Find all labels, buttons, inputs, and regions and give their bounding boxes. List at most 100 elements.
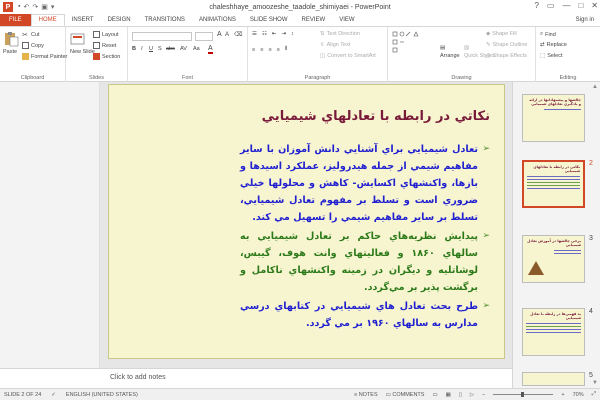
slide-thumbnail-2[interactable]: نكاتي در رابطه با تعادلهاي شيميايي (522, 160, 585, 208)
scroll-up-arrow-icon[interactable]: ▲ (592, 84, 598, 90)
notes-pane[interactable]: Click to add notes (100, 368, 512, 388)
slide-title[interactable]: نکاتي در رابطه با تعادلهاي شيميايي (210, 109, 490, 124)
paint-bucket-icon: ◆ (486, 31, 491, 37)
replace-button[interactable]: ⇄ Replace (540, 42, 567, 48)
new-slide-icon (70, 33, 85, 45)
drawing-group: ▤ Arrange ▧ Quick Styles ◆ Shape Fill ✎ Shap… (388, 27, 536, 82)
italic-button[interactable]: I (141, 46, 143, 52)
format-painter-button[interactable]: Format Painter (22, 53, 67, 60)
fit-slide-icon[interactable]: ⤢ (592, 391, 596, 398)
slide-thumbnail-1[interactable]: چالشها و پيشنهاداتها در ارائه و يادگيري … (522, 94, 585, 142)
zoom-slider-knob[interactable] (521, 392, 525, 397)
thumb-line (527, 181, 580, 183)
paintbrush-icon (22, 53, 29, 60)
convert-smartart-button[interactable]: ◫ Convert to SmartArt (320, 53, 376, 59)
save-icon[interactable]: ▪ (18, 3, 20, 11)
align-right-icon[interactable]: ≡ (268, 47, 271, 53)
scroll-down-arrow-icon[interactable]: ▼ (592, 380, 598, 386)
reset-button[interactable]: Reset (93, 42, 116, 49)
change-case-button[interactable]: Aa (193, 46, 200, 52)
line-spacing-icon[interactable]: ↕ (291, 31, 294, 37)
underline-button[interactable]: U (149, 46, 153, 52)
slide-thumbnail-3[interactable]: برخي چالشها در آموزش تعادل شيميايي (522, 235, 585, 283)
tab-design[interactable]: DESIGN (101, 14, 138, 26)
new-slide-button[interactable]: New Slide (70, 31, 95, 55)
bullets-icon[interactable]: ☰ (252, 31, 257, 37)
tab-home[interactable]: HOME (30, 14, 65, 26)
align-text-button[interactable]: ⇳ Align Text (320, 42, 350, 48)
slide-bullet: طرح بحث تعادل هاي شيميايي در كتابهاي درس… (240, 298, 490, 332)
current-slide[interactable]: نکاتي در رابطه با تعادلهاي شيميايي تعادل… (108, 84, 505, 359)
font-size-box[interactable] (195, 32, 213, 41)
paste-button[interactable]: Paste (3, 31, 19, 55)
maximize-button[interactable]: □ (578, 1, 583, 10)
justify-icon[interactable]: ≡ (277, 47, 280, 53)
columns-icon[interactable]: ⫴ (285, 46, 287, 53)
normal-view-icon[interactable]: ▭ (432, 392, 437, 398)
redo-icon[interactable]: ↷ (32, 3, 38, 11)
slide-edit-area[interactable]: نکاتي در رابطه با تعادلهاي شيميايي تعادل… (100, 82, 512, 368)
zoom-in-icon[interactable]: + (561, 392, 564, 398)
text-direction-button[interactable]: ⇅ Text Direction (320, 31, 360, 37)
align-text-icon: ⇳ (320, 42, 325, 48)
sign-in-link[interactable]: Sign in (570, 14, 600, 26)
shrink-font-icon[interactable]: A (225, 32, 229, 38)
present-icon[interactable]: ▣ (41, 3, 48, 11)
slideshow-icon[interactable]: ▷ (470, 392, 474, 398)
help-button[interactable]: ? (534, 1, 538, 10)
slide-thumbnails-pane[interactable]: ▲ چالشها و پيشنهاداتها در ارائه و يادگير… (512, 82, 600, 388)
arrange-button[interactable]: ▤ Arrange (440, 45, 460, 59)
tab-review[interactable]: REVIEW (295, 14, 333, 26)
zoom-out-icon[interactable]: − (482, 392, 485, 398)
layout-button[interactable]: Layout (93, 31, 119, 38)
align-center-icon[interactable]: ≡ (260, 47, 263, 53)
smartart-icon: ◫ (320, 53, 326, 59)
slide-content[interactable]: تعادل شيميايي براي آشنايي دانش آموزان با… (240, 141, 490, 334)
decrease-indent-icon[interactable]: ⇤ (272, 31, 277, 37)
language-indicator[interactable]: ENGLISH (UNITED STATES) (66, 392, 138, 398)
section-button[interactable]: Section (93, 53, 120, 60)
tab-animations[interactable]: ANIMATIONS (192, 14, 243, 26)
zoom-slider[interactable] (493, 392, 554, 397)
close-button[interactable]: ✕ (591, 1, 598, 10)
tab-slide-show[interactable]: SLIDE SHOW (243, 14, 295, 26)
notes-button[interactable]: ≡ NOTES (354, 392, 378, 398)
align-left-icon[interactable]: ≡ (252, 47, 255, 53)
font-color-button[interactable]: A (208, 45, 213, 54)
reading-view-icon[interactable]: ▯ (459, 392, 462, 398)
clear-format-icon[interactable]: ⌫ (234, 31, 242, 38)
cut-button[interactable]: ✂ Cut (22, 31, 40, 40)
shape-fill-button[interactable]: ◆ Shape Fill (486, 31, 517, 37)
shadow-button[interactable]: S (158, 46, 162, 52)
tab-insert[interactable]: INSERT (65, 14, 101, 26)
copy-button[interactable]: Copy (22, 42, 44, 49)
select-button[interactable]: ⬚ Select (540, 53, 563, 59)
slide-thumbnail-4[interactable]: بد فهمي‌ها در رابطه با تعادل شيميايي (522, 308, 585, 356)
tab-view[interactable]: VIEW (332, 14, 361, 26)
slide-sorter-icon[interactable]: ▦ (446, 392, 451, 398)
customize-icon[interactable]: ▾ (51, 3, 55, 11)
comments-button[interactable]: ▭ COMMENTS (386, 392, 425, 398)
grow-font-icon[interactable]: A (217, 31, 222, 38)
shapes-gallery[interactable] (392, 31, 434, 57)
undo-icon[interactable]: ↶ (23, 3, 29, 11)
proofing-icon[interactable]: ✓ (51, 392, 56, 398)
minimize-button[interactable]: — (562, 1, 570, 10)
strikethrough-button[interactable]: abc (166, 46, 175, 52)
font-name-box[interactable] (132, 32, 192, 41)
shape-effects-button[interactable]: ◎ Shape Effects (486, 53, 527, 59)
slide-thumbnail-5[interactable] (522, 372, 585, 386)
tab-file[interactable]: FILE (0, 14, 31, 26)
numbering-icon[interactable]: ☷ (262, 31, 267, 37)
slide-counter: SLIDE 2 OF 24 (4, 391, 42, 398)
zoom-level[interactable]: 70% (573, 392, 584, 398)
tab-transitions[interactable]: TRANSITIONS (138, 14, 192, 26)
ribbon-display-button[interactable]: ▭ (547, 1, 555, 10)
shape-outline-button[interactable]: ✎ Shape Outline (486, 42, 527, 48)
bold-button[interactable]: B (132, 46, 136, 52)
find-button[interactable]: ⌕ Find (540, 31, 556, 38)
char-spacing-button[interactable]: AV (180, 46, 187, 52)
increase-indent-icon[interactable]: ⇥ (281, 31, 286, 37)
reset-icon (93, 42, 100, 49)
thumb-line (553, 252, 581, 254)
